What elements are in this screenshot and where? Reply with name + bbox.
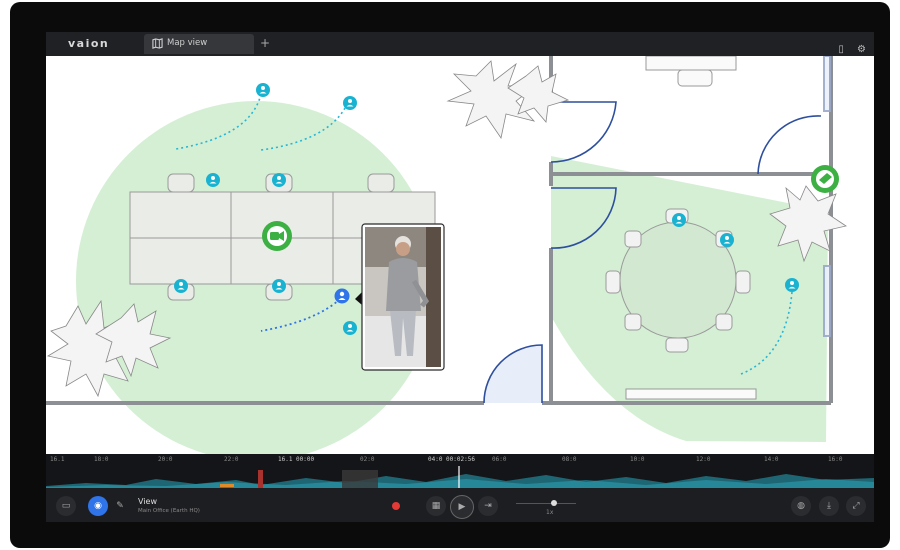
view-title: View (138, 497, 157, 506)
app-window: vaion Map view + ▯ ⚙ 16.1 18:0 20:0 22:0… (46, 32, 874, 522)
skip-to-live-icon: ⇥ (484, 501, 492, 511)
camera-video-preview[interactable] (355, 223, 445, 371)
topbar-actions: ▯ ⚙ (830, 37, 866, 56)
calendar-button[interactable]: ▦ (426, 496, 446, 516)
speed-label: 1x (546, 509, 554, 516)
tab-label: Map view (167, 38, 208, 48)
person-marker[interactable] (174, 279, 188, 293)
view-mode-button[interactable]: ◉ (88, 496, 108, 516)
person-marker[interactable] (256, 83, 270, 97)
timeline-tick: 16:0 (828, 456, 843, 463)
timeline-tick: 22:0 (224, 456, 239, 463)
app-logo: vaion (68, 37, 110, 50)
add-tab-button[interactable]: + (260, 36, 270, 50)
person-marker[interactable] (343, 321, 357, 335)
live-button[interactable]: ⇥ (478, 496, 498, 516)
timeline-tick: 12:0 (696, 456, 711, 463)
expand-icon: ⤢ (852, 501, 860, 511)
timeline-tick: 18:0 (94, 456, 109, 463)
camera-icon: ◍ (797, 501, 805, 511)
record-icon (392, 502, 400, 510)
person-marker[interactable] (720, 233, 734, 247)
tab-map-view[interactable]: Map view (144, 34, 254, 54)
timeline-tick: 14:0 (764, 456, 779, 463)
timeline-tick: 16.1 (50, 456, 65, 463)
floor-plan-canvas (46, 55, 847, 461)
speed-slider[interactable] (516, 503, 576, 504)
activity-graph (46, 466, 874, 488)
timeline-tick: 16.1 00:00 (278, 456, 315, 463)
timeline-tick: 20:0 (158, 456, 173, 463)
display-bezel: vaion Map view + ▯ ⚙ 16.1 18:0 20:0 22:0… (10, 2, 890, 548)
timeline-tick: 10:0 (630, 456, 645, 463)
camera-icon[interactable] (811, 165, 839, 193)
panel-icon: ▭ (61, 501, 71, 511)
title-bar: vaion Map view + ▯ ⚙ (46, 32, 874, 56)
person-marker[interactable] (272, 173, 286, 187)
edit-button[interactable]: ✎ (110, 496, 130, 516)
person-marker[interactable] (206, 173, 220, 187)
camera-list-button[interactable]: ◍ (791, 496, 811, 516)
tracked-person-marker[interactable] (334, 288, 350, 304)
fullscreen-button[interactable]: ⤢ (846, 496, 866, 516)
timeline-scrubber[interactable]: 16.1 18:0 20:0 22:0 16.1 00:00 02:0 04:0… (46, 454, 874, 488)
person-marker[interactable] (672, 213, 686, 227)
eye-icon: ◉ (94, 501, 102, 511)
person-marker[interactable] (343, 96, 357, 110)
download-icon: ⤓ (827, 501, 831, 511)
play-button[interactable]: ▶ (450, 495, 474, 519)
play-icon: ▶ (458, 502, 466, 512)
timeline-tick: 06:0 (492, 456, 507, 463)
pencil-icon: ✎ (116, 501, 124, 511)
person-marker[interactable] (785, 278, 799, 292)
layout-toggle-button[interactable]: ▭ (56, 496, 76, 516)
notification-icon[interactable]: ▯ (838, 44, 844, 55)
timeline-ticks: 16.1 18:0 20:0 22:0 16.1 00:00 02:0 04:0… (46, 456, 874, 466)
view-subtitle: Main Office (Earth HQ) (138, 508, 200, 514)
person-marker[interactable] (272, 279, 286, 293)
map-icon (152, 38, 163, 49)
calendar-icon: ▦ (431, 501, 441, 511)
timeline-tick: 08:0 (562, 456, 577, 463)
playback-controls: ▭ ◉ ✎ View Main Office (Earth HQ) ▦ ▶ ⇥ … (46, 488, 874, 522)
settings-gear-icon[interactable]: ⚙ (857, 44, 866, 55)
speed-slider-handle[interactable] (551, 500, 557, 506)
timeline-tick: 04:0 00:02:56 (428, 456, 475, 463)
download-button[interactable]: ⤓ (819, 496, 839, 516)
floor-plan-map[interactable] (46, 55, 874, 461)
timeline-tick: 02:0 (360, 456, 375, 463)
camera-icon[interactable] (262, 221, 292, 251)
record-button[interactable] (384, 496, 408, 516)
